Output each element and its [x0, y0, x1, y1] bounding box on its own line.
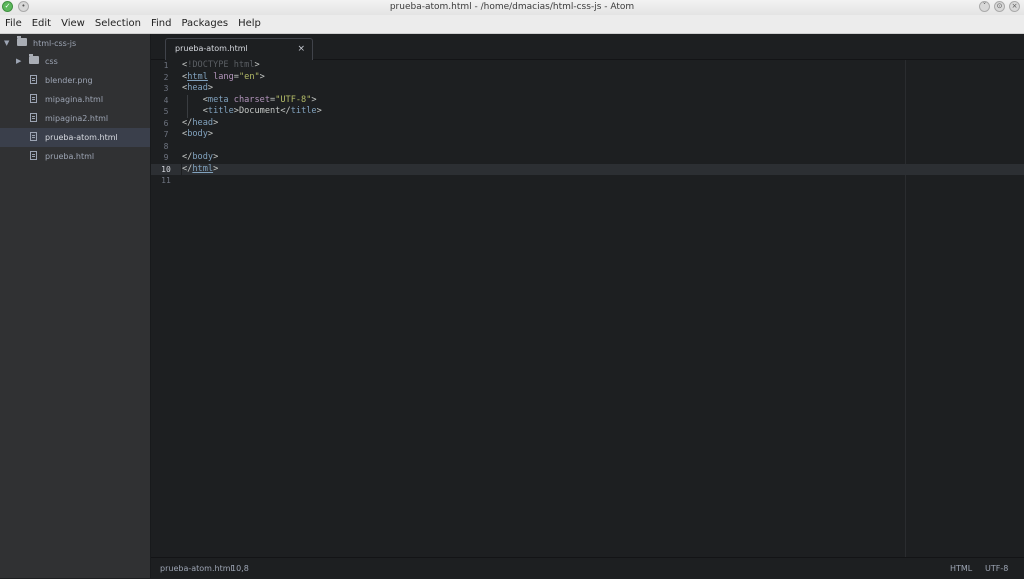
- menu-bar: File Edit View Selection Find Packages H…: [0, 15, 1024, 34]
- tab-prueba-atom[interactable]: prueba-atom.html ×: [165, 38, 313, 60]
- window-title: prueba-atom.html - /home/dmacias/html-cs…: [389, 2, 635, 12]
- pin-icon[interactable]: •: [18, 1, 29, 12]
- tree-item-mipagina2-html[interactable]: mipagina2.html: [0, 109, 150, 128]
- tree-item-label: prueba-atom.html: [45, 133, 118, 142]
- code-line-current: </html>: [182, 163, 1024, 175]
- tree-item-prueba-html[interactable]: prueba.html: [0, 147, 150, 166]
- tab-bar: prueba-atom.html ×: [151, 34, 1024, 60]
- status-grammar[interactable]: HTML: [950, 558, 972, 579]
- tree-item-mipagina-html[interactable]: mipagina.html: [0, 90, 150, 109]
- menu-selection[interactable]: Selection: [90, 15, 146, 33]
- line-number-gutter: 1 2 3 4 5 6 7 8 9 10 11: [151, 60, 181, 557]
- code-editor[interactable]: 1 2 3 4 5 6 7 8 9 10 11 <!DOCTYPE html> …: [151, 60, 1024, 557]
- code-line: <head>: [182, 83, 214, 93]
- tree-root-label: html-css-js: [33, 39, 77, 48]
- close-tab-icon[interactable]: ×: [297, 39, 305, 59]
- app-menu-icon[interactable]: ✓: [2, 1, 13, 12]
- tree-item-css[interactable]: ▶ css: [0, 52, 150, 71]
- tree-item-label: prueba.html: [45, 152, 95, 161]
- tree-item-blender-png[interactable]: blender.png: [0, 71, 150, 90]
- tree-item-prueba-atom-html[interactable]: prueba-atom.html: [0, 128, 150, 147]
- menu-find[interactable]: Find: [146, 15, 177, 33]
- tree-item-label: css: [45, 57, 58, 66]
- line-number: 9: [163, 153, 169, 162]
- titlebar-left-controls: ✓ •: [2, 1, 29, 12]
- minimize-icon[interactable]: ˅: [979, 1, 990, 12]
- tree-item-label: blender.png: [45, 76, 93, 85]
- maximize-icon[interactable]: ⊙: [994, 1, 1005, 12]
- line-number: 4: [163, 95, 169, 105]
- line-number: 3: [163, 84, 169, 93]
- tab-title: prueba-atom.html: [175, 44, 248, 53]
- close-icon[interactable]: ×: [1009, 1, 1020, 12]
- line-number: 2: [163, 72, 169, 82]
- code-line: <title>Document</title>: [202, 106, 322, 116]
- menu-view[interactable]: View: [56, 15, 90, 33]
- chevron-down-icon[interactable]: ▼: [4, 34, 9, 53]
- menu-edit[interactable]: Edit: [27, 15, 56, 33]
- tree-root-folder[interactable]: ▼ html-css-js: [0, 34, 150, 53]
- code-line: <!DOCTYPE html>: [182, 60, 260, 70]
- chevron-right-icon[interactable]: ▶: [16, 52, 21, 71]
- window-titlebar: ✓ • prueba-atom.html - /home/dmacias/htm…: [0, 0, 1024, 15]
- status-bar: prueba-atom.html 10,8 HTML UTF-8: [151, 557, 1024, 579]
- code-line: <html lang="en">: [182, 71, 265, 82]
- line-number-current: 10: [151, 163, 181, 175]
- menu-packages[interactable]: Packages: [176, 15, 233, 33]
- file-icon: [30, 94, 37, 103]
- tree-item-label: mipagina2.html: [45, 114, 109, 123]
- file-icon: [30, 113, 37, 122]
- tree-item-label: mipagina.html: [45, 95, 104, 104]
- line-number: 7: [163, 130, 169, 139]
- status-encoding[interactable]: UTF-8: [985, 558, 1008, 579]
- image-file-icon: [30, 75, 37, 84]
- line-number: 11: [161, 176, 171, 185]
- line-number: 6: [163, 118, 169, 128]
- code-line: <meta charset="UTF-8">: [202, 94, 317, 105]
- folder-icon: [29, 54, 39, 64]
- wrap-guide: [905, 60, 906, 557]
- tree-view: ▼ html-css-js ▶ css blender.png mipagina…: [0, 34, 151, 578]
- menu-help[interactable]: Help: [233, 15, 266, 33]
- line-number: 1: [163, 61, 169, 70]
- line-number: 8: [163, 141, 169, 151]
- code-line: </body>: [182, 152, 219, 162]
- code-line: <body>: [182, 129, 214, 139]
- folder-icon: [17, 36, 27, 46]
- titlebar-right-controls: ˅ ⊙ ×: [979, 1, 1020, 12]
- menu-file[interactable]: File: [0, 15, 27, 33]
- status-cursor-position[interactable]: 10,8: [231, 558, 249, 579]
- status-file-path[interactable]: prueba-atom.html: [160, 558, 233, 579]
- file-icon: [30, 132, 37, 141]
- line-number: 5: [163, 107, 169, 116]
- code-line: </head>: [182, 117, 219, 128]
- file-icon: [30, 151, 37, 160]
